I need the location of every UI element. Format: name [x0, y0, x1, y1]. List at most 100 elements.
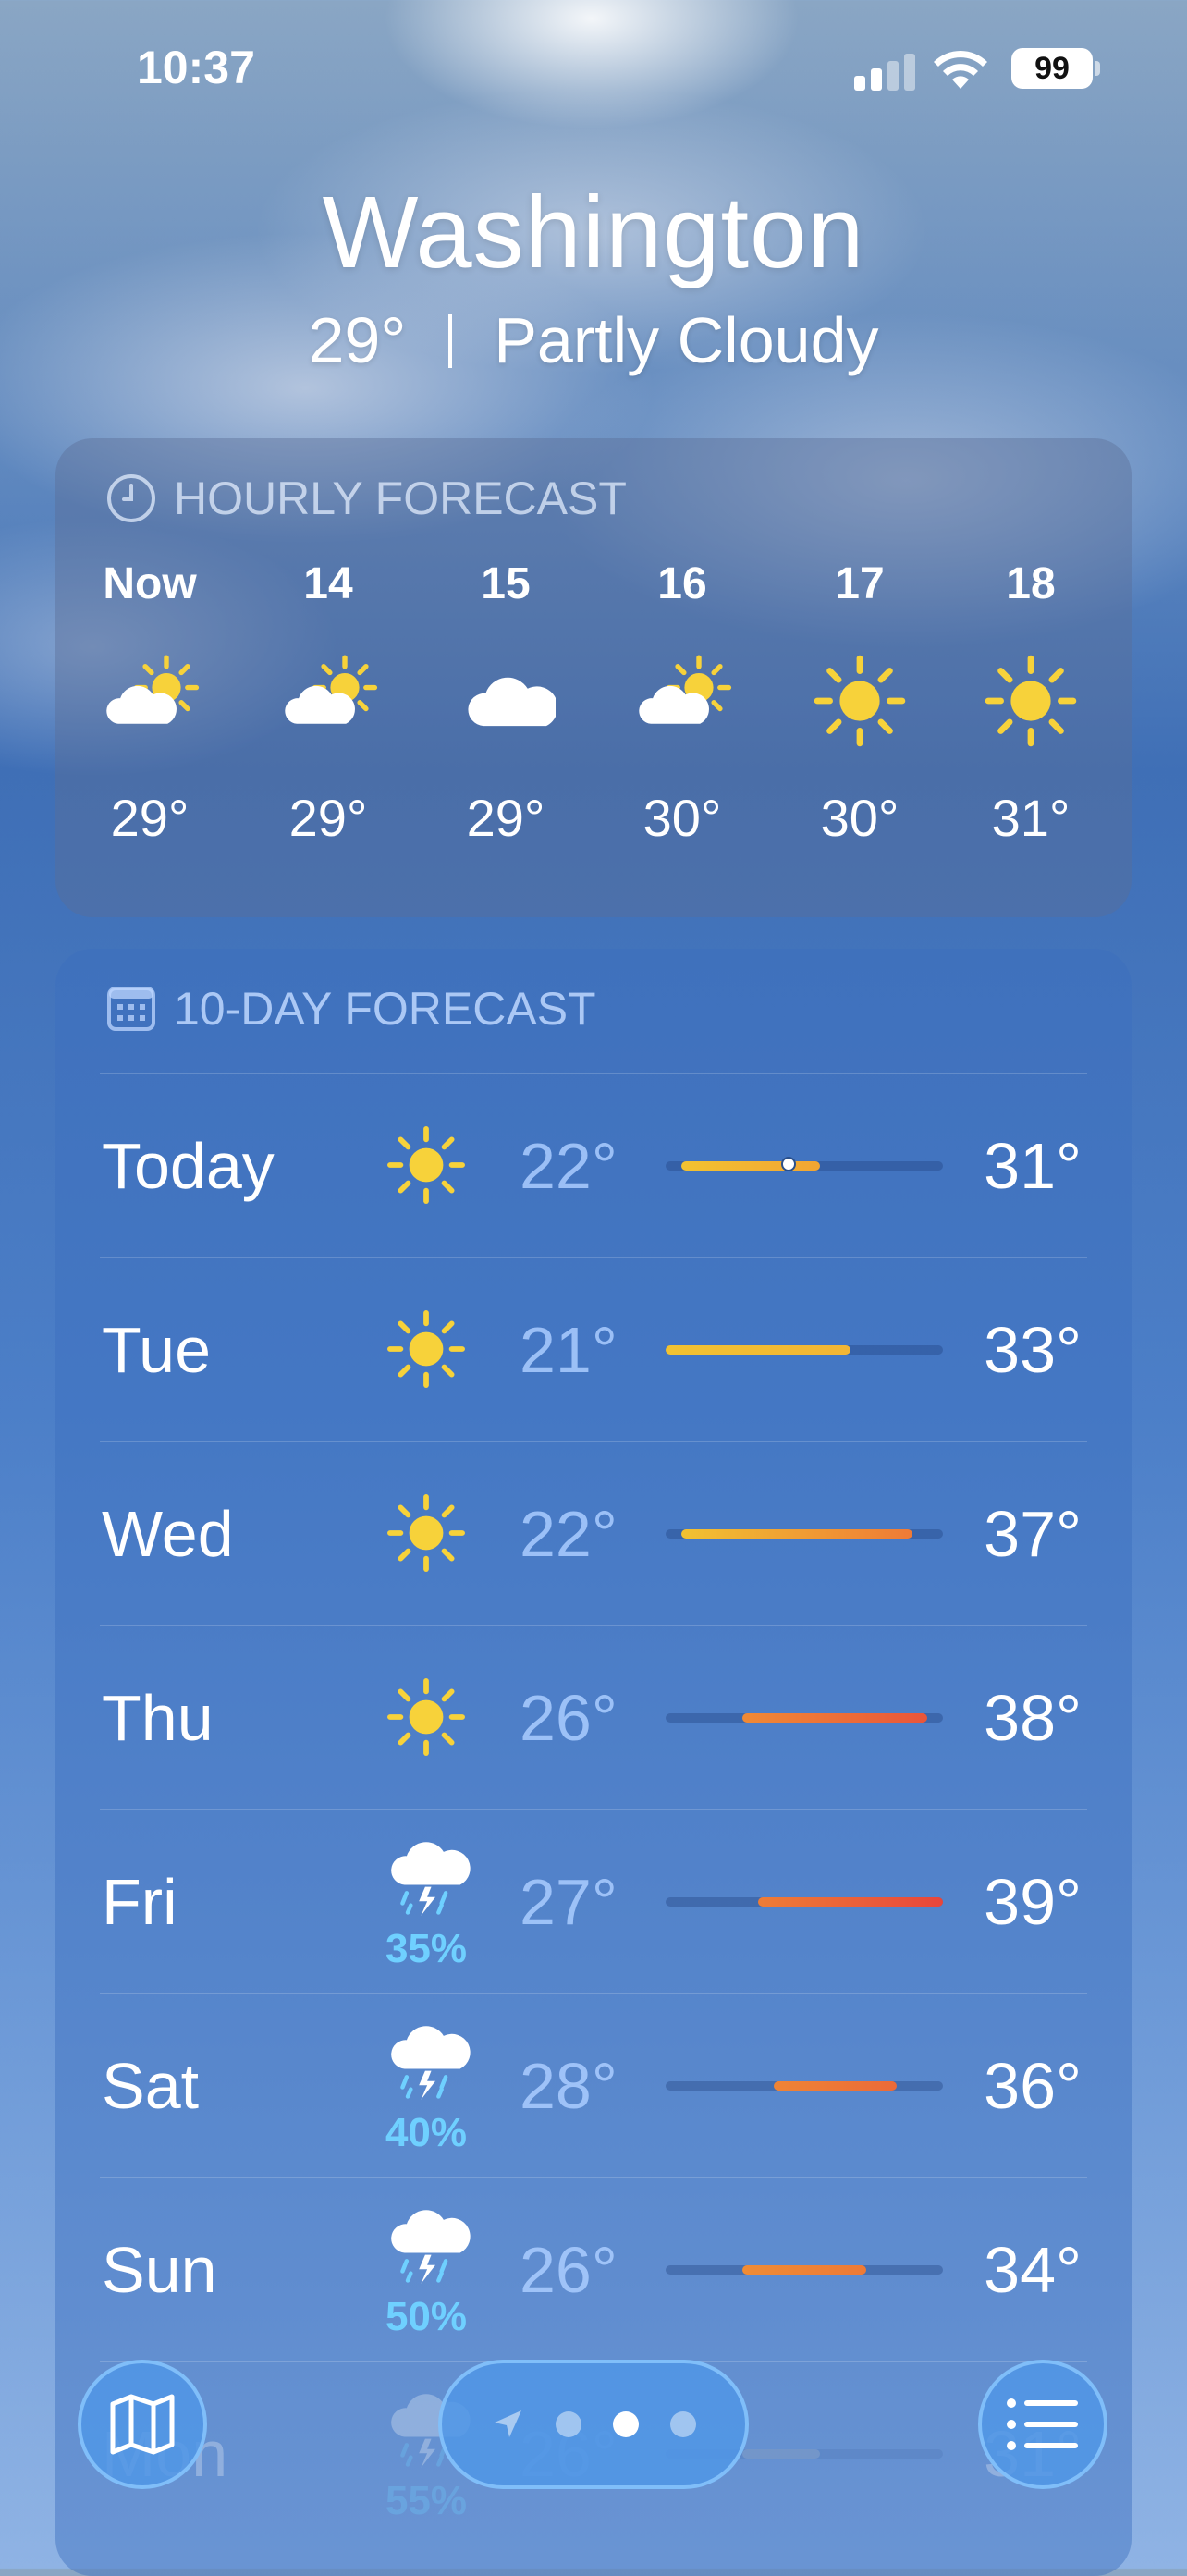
low-temperature: 28° — [520, 2050, 618, 2122]
low-temperature: 27° — [520, 1866, 618, 1938]
day-weather: 50% — [357, 2197, 496, 2345]
day-weather: 40% — [357, 2013, 496, 2161]
partly-cloudy-icon — [240, 645, 416, 756]
hour-label: 15 — [481, 559, 531, 608]
hour-label: 16 — [657, 559, 707, 608]
sun-icon — [384, 1306, 469, 1396]
low-temperature: 22° — [520, 1130, 618, 1202]
hour-temperature: 29° — [288, 789, 368, 847]
daily-forecast-row[interactable]: Fri 35% 27° 39° — [55, 1810, 1132, 1993]
ten-day-forecast-card[interactable]: 10-DAY FORECAST Today 22° 31° Tue 21° 33… — [55, 949, 1132, 2576]
sun-icon — [384, 1122, 469, 1212]
low-temperature: 22° — [520, 1498, 618, 1570]
status-bar: 10:37 99 — [0, 0, 1187, 139]
temperature-range-bar — [666, 2081, 943, 2091]
temperature-range-bar — [666, 1897, 943, 1907]
wifi-icon — [934, 50, 987, 89]
daily-forecast-row[interactable]: Wed 22° 37° — [55, 1442, 1132, 1625]
cellular-signal-icon — [854, 52, 915, 91]
page-dot — [670, 2411, 696, 2437]
precipitation-chance: 40% — [385, 2109, 468, 2155]
high-temperature: 34° — [984, 2234, 1082, 2306]
precipitation-chance: 50% — [385, 2293, 468, 2339]
hourly-forecast-card[interactable]: HOURLY FORECAST Now 29° 14 29° 15 29° 16… — [55, 438, 1132, 917]
day-weather — [357, 1277, 496, 1425]
map-button[interactable] — [78, 2360, 207, 2489]
day-label: Today — [102, 1130, 275, 1202]
day-weather: 35% — [357, 1829, 496, 1977]
sun-icon — [772, 645, 948, 756]
current-summary: 29° Partly Cloudy — [0, 303, 1187, 377]
high-temperature: 31° — [984, 1130, 1082, 1202]
daily-forecast-row[interactable]: Sat 40% 28° 36° — [55, 1994, 1132, 2177]
sun-icon — [943, 645, 1119, 756]
page-dot-active — [613, 2411, 639, 2437]
day-label: Fri — [102, 1866, 177, 1938]
hour-label: Now — [103, 559, 197, 608]
hourly-item: Now 29° — [62, 558, 238, 848]
hour-temperature: 29° — [110, 789, 190, 847]
hourly-item: 18 31° — [943, 558, 1119, 848]
sun-icon — [384, 1490, 469, 1580]
temperature-range-bar — [666, 1713, 943, 1723]
temperature-range-bar — [666, 1157, 943, 1171]
day-weather — [357, 1461, 496, 1609]
hour-label: 14 — [303, 559, 353, 608]
daily-forecast-row[interactable]: Thu 26° 38° — [55, 1626, 1132, 1809]
summary-separator — [447, 314, 452, 368]
hourly-item: 16 30° — [594, 558, 770, 848]
temperature-range-fill — [666, 1345, 850, 1355]
temperature-range-bar — [666, 1529, 943, 1539]
city-list-button[interactable] — [978, 2360, 1107, 2489]
high-temperature: 39° — [984, 1866, 1082, 1938]
sun-icon — [384, 1674, 469, 1764]
hour-temperature: 31° — [991, 789, 1071, 847]
day-label: Wed — [102, 1498, 234, 1570]
temperature-range-fill — [758, 1897, 943, 1907]
hourly-forecast-title: HOURLY FORECAST — [174, 472, 627, 524]
hourly-item: 17 30° — [772, 558, 948, 848]
city-name: Washington — [322, 176, 865, 289]
page-indicator[interactable] — [438, 2360, 749, 2489]
temperature-range-fill — [680, 1529, 912, 1539]
status-time: 10:37 — [137, 42, 255, 93]
list-icon — [1007, 2398, 1078, 2450]
battery-indicator: 99 — [1011, 48, 1093, 89]
hour-temperature: 29° — [466, 789, 545, 847]
daily-forecast-row[interactable]: Tue 21° 33° — [55, 1258, 1132, 1441]
hour-temperature: 30° — [642, 789, 722, 847]
calendar-icon — [107, 987, 155, 1031]
day-label: Tue — [102, 1314, 212, 1386]
daily-forecast-row[interactable]: Today 22° 31° — [55, 1074, 1132, 1257]
ten-day-forecast-header: 10-DAY FORECAST — [105, 982, 596, 1036]
low-temperature: 26° — [520, 2234, 618, 2306]
hourly-forecast-header: HOURLY FORECAST — [105, 472, 627, 525]
day-label: Thu — [102, 1682, 214, 1754]
cloud-icon — [418, 645, 594, 756]
thunderstorm-icon — [380, 2202, 472, 2300]
battery-tip — [1095, 61, 1100, 76]
hour-label: 18 — [1006, 559, 1056, 608]
high-temperature: 36° — [984, 2050, 1082, 2122]
temperature-range-fill — [773, 2081, 897, 2091]
temperature-range-bar — [666, 2265, 943, 2275]
bottom-toolbar — [0, 2349, 1187, 2569]
high-temperature: 38° — [984, 1682, 1082, 1754]
hour-label: 17 — [835, 559, 885, 608]
page-dot — [556, 2411, 581, 2437]
daily-forecast-row[interactable]: Sun 50% 26° 34° — [55, 2178, 1132, 2361]
hourly-item: 14 29° — [240, 558, 416, 848]
high-temperature: 37° — [984, 1498, 1082, 1570]
precipitation-chance: 35% — [385, 1925, 468, 1971]
current-temperature: 29° — [308, 304, 407, 376]
hourly-item: 15 29° — [418, 558, 594, 848]
day-weather — [357, 1093, 496, 1241]
hour-temperature: 30° — [820, 789, 899, 847]
thunderstorm-icon — [380, 1834, 472, 1932]
day-weather — [357, 1645, 496, 1793]
day-label: Sat — [102, 2050, 200, 2122]
high-temperature: 33° — [984, 1314, 1082, 1386]
low-temperature: 26° — [520, 1682, 618, 1754]
location-arrow-icon — [495, 2410, 521, 2437]
day-label: Sun — [102, 2234, 217, 2306]
